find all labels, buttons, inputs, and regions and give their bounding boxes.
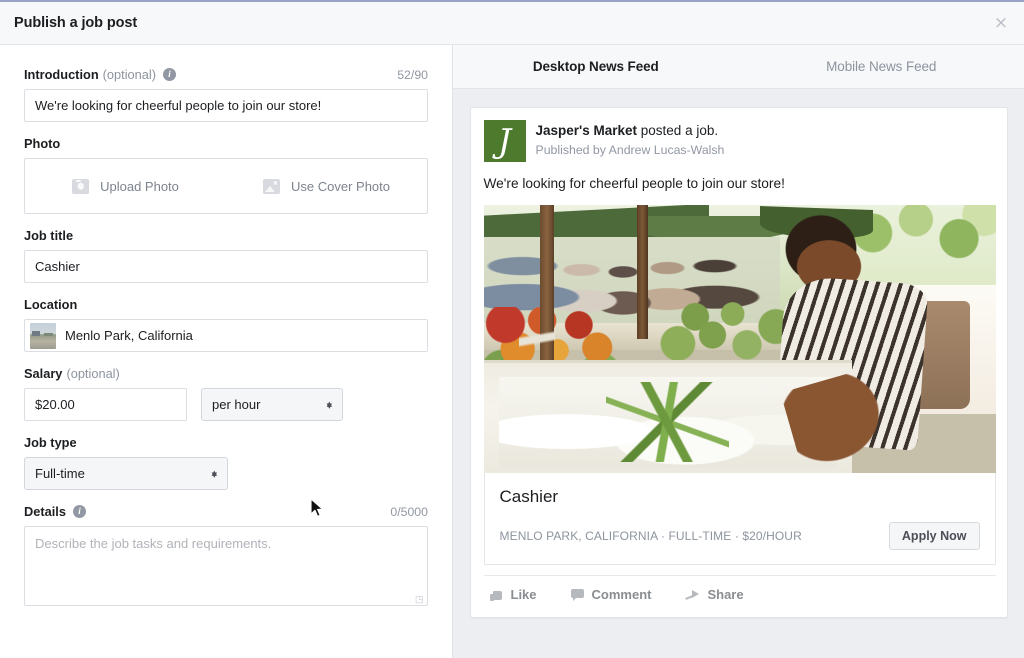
salary-row: $20.00 per hour ▲▼ <box>24 388 428 421</box>
field-photo: Photo Upload Photo Use Cover Photo <box>24 136 428 214</box>
comment-label: Comment <box>592 587 652 602</box>
like-button[interactable]: Like <box>490 587 537 602</box>
salary-unit-select[interactable]: per hour ▲▼ <box>201 388 343 421</box>
dialog-body: Introduction (optional) i 52/90 We're lo… <box>0 45 1024 658</box>
introduction-input[interactable]: We're looking for cheerful people to joi… <box>24 89 428 122</box>
thumbs-up-icon <box>490 588 503 601</box>
details-placeholder: Describe the job tasks and requirements. <box>35 536 271 551</box>
salary-label: Salary <box>24 366 62 381</box>
avatar-glyph: J <box>484 124 526 157</box>
tab-desktop-news-feed[interactable]: Desktop News Feed <box>453 59 739 74</box>
use-cover-photo-label: Use Cover Photo <box>291 179 390 194</box>
share-label: Share <box>707 587 743 602</box>
attachment-row: MENLO PARK, CALIFORNIA · FULL-TIME · $20… <box>500 522 980 550</box>
photo-watermelons <box>652 293 795 363</box>
preview-tabs: Desktop News Feed Mobile News Feed <box>453 45 1024 89</box>
field-salary: Salary (optional) $20.00 per hour ▲▼ <box>24 366 428 421</box>
job-type-select[interactable]: Full-time ▲▼ <box>24 457 228 490</box>
details-char-counter: 0/5000 <box>390 505 428 519</box>
publish-job-post-dialog: Publish a job post × Introduction (optio… <box>0 0 1024 658</box>
chevron-updown-icon: ▲▼ <box>212 473 217 475</box>
news-feed-post-card: J Jasper's Market posted a job. Publishe… <box>470 107 1008 618</box>
introduction-label-row: Introduction (optional) i 52/90 <box>24 67 428 82</box>
camera-icon <box>72 179 89 194</box>
job-type-label: Job type <box>24 435 77 450</box>
photo-pineapples <box>606 382 729 462</box>
info-icon[interactable]: i <box>73 505 86 518</box>
comment-bubble-icon <box>571 589 584 600</box>
share-arrow-icon <box>685 589 699 601</box>
photo-label: Photo <box>24 136 60 151</box>
field-introduction: Introduction (optional) i 52/90 We're lo… <box>24 67 428 122</box>
like-label: Like <box>511 587 537 602</box>
location-label: Location <box>24 297 77 312</box>
job-attachment: Cashier MENLO PARK, CALIFORNIA · FULL-TI… <box>484 473 996 565</box>
post-photo[interactable]: PASTUR FROM P Only at <box>484 205 996 473</box>
photo-wood-post-mid <box>637 205 648 339</box>
chevron-updown-icon: ▲▼ <box>327 404 332 406</box>
photo-label-row: Photo <box>24 136 428 151</box>
upload-photo-label: Upload Photo <box>100 179 179 194</box>
location-value: Menlo Park, California <box>65 328 193 343</box>
post-published-by: Published by Andrew Lucas-Walsh <box>536 141 725 159</box>
field-details: Details i 0/5000 Describe the job tasks … <box>24 504 428 606</box>
preview-panel: Desktop News Feed Mobile News Feed J Jas… <box>453 45 1024 658</box>
job-title-label: Job title <box>24 228 73 243</box>
dialog-header: Publish a job post × <box>0 2 1024 45</box>
details-textarea[interactable]: Describe the job tasks and requirements.… <box>24 526 428 606</box>
comment-button[interactable]: Comment <box>571 587 652 602</box>
job-type-value: Full-time <box>35 466 85 481</box>
post-action-text: posted a job. <box>637 123 718 138</box>
salary-unit-value: per hour <box>212 397 260 412</box>
post-header: J Jasper's Market posted a job. Publishe… <box>484 120 994 162</box>
use-cover-photo-button[interactable]: Use Cover Photo <box>226 179 427 194</box>
info-icon[interactable]: i <box>163 68 176 81</box>
field-job-title: Job title Cashier <box>24 228 428 283</box>
salary-amount-input[interactable]: $20.00 <box>24 388 187 421</box>
post-meta: Jasper's Market posted a job. Published … <box>536 120 725 159</box>
salary-label-row: Salary (optional) <box>24 366 428 381</box>
upload-photo-button[interactable]: Upload Photo <box>25 179 226 194</box>
tab-mobile-news-feed[interactable]: Mobile News Feed <box>739 59 1024 74</box>
attachment-subtitle: MENLO PARK, CALIFORNIA · FULL-TIME · $20… <box>500 529 802 543</box>
page-name-link[interactable]: Jasper's Market <box>536 123 638 138</box>
field-job-type: Job type Full-time ▲▼ <box>24 435 428 490</box>
post-message: We're looking for cheerful people to joi… <box>484 175 994 193</box>
salary-optional-tag: (optional) <box>66 366 119 381</box>
preview-area: J Jasper's Market posted a job. Publishe… <box>453 89 1024 658</box>
attachment-title: Cashier <box>500 486 980 508</box>
post-byline: Jasper's Market posted a job. <box>536 122 725 140</box>
location-label-row: Location <box>24 297 428 312</box>
introduction-char-counter: 52/90 <box>397 68 428 82</box>
apply-now-button[interactable]: Apply Now <box>889 522 980 550</box>
location-thumbnail-icon <box>30 323 56 349</box>
details-label: Details <box>24 504 66 519</box>
close-icon[interactable]: × <box>990 12 1012 34</box>
details-label-row: Details i 0/5000 <box>24 504 428 519</box>
photo-picker: Upload Photo Use Cover Photo <box>24 158 428 214</box>
resize-grip-icon[interactable]: ◳ <box>415 594 425 604</box>
post-actions: Like Comment Share <box>484 575 996 613</box>
share-button[interactable]: Share <box>685 587 743 602</box>
introduction-optional-tag: (optional) <box>103 67 156 82</box>
field-location: Location Menlo Park, California <box>24 297 428 352</box>
introduction-label: Introduction <box>24 67 99 82</box>
job-type-label-row: Job type <box>24 435 428 450</box>
job-post-form: Introduction (optional) i 52/90 We're lo… <box>0 45 453 658</box>
avatar[interactable]: J <box>484 120 526 162</box>
job-title-input[interactable]: Cashier <box>24 250 428 283</box>
job-title-label-row: Job title <box>24 228 428 243</box>
page-title: Publish a job post <box>14 15 137 31</box>
image-icon <box>263 179 280 194</box>
location-input[interactable]: Menlo Park, California <box>24 319 428 352</box>
